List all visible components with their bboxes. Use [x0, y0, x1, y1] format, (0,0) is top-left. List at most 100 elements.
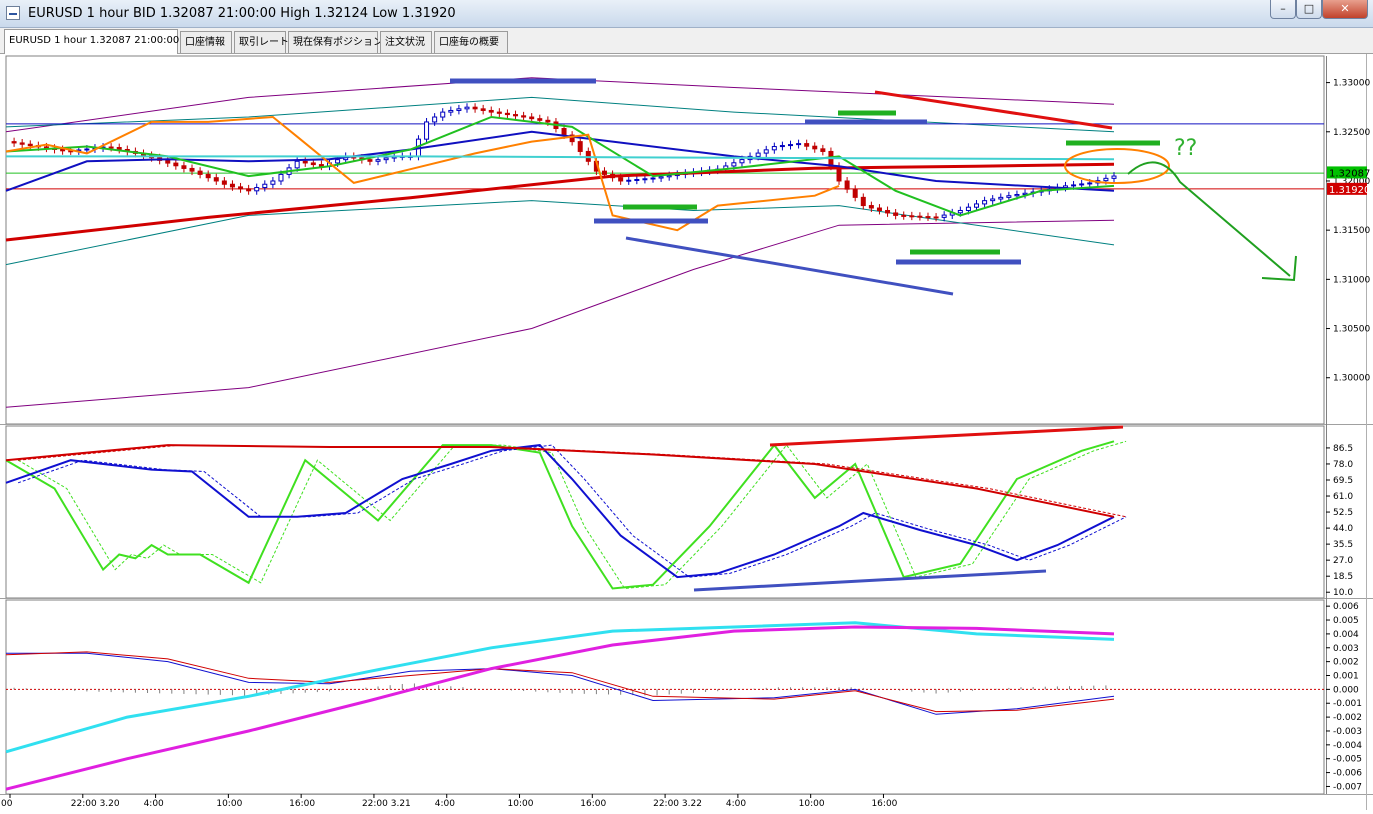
price-axis-tick-label: 1.32500: [1333, 128, 1370, 138]
tab-account-summary[interactable]: 口座毎の概要: [434, 31, 508, 53]
time-tick-label: 16:00: [871, 799, 897, 809]
candle-body: [965, 206, 971, 211]
title-bar: EURUSD 1 hour BID 1.32087 21:00:00 High …: [0, 0, 1373, 28]
stoch-axis-tick-label: 27.0: [1333, 556, 1353, 566]
candle-body: [844, 180, 850, 190]
stoch-axis-tick-label: 86.5: [1333, 444, 1353, 454]
candle-body: [424, 121, 430, 140]
stoch-axis-tick-label: 35.5: [1333, 540, 1353, 550]
macd-axis-tick-label: 0.005: [1333, 616, 1359, 626]
candle-body: [1103, 177, 1109, 182]
macd-axis-tick-label: 0.006: [1333, 602, 1359, 612]
price-axis-tick-label: 1.31500: [1333, 226, 1370, 236]
maximize-button[interactable]: □: [1296, 0, 1322, 19]
candle-body: [771, 146, 777, 151]
candle-body: [302, 160, 308, 164]
stoch-axis-tick-label: 69.5: [1333, 476, 1353, 486]
candle-body: [472, 106, 478, 110]
time-tick-label: 22:00 3.21: [362, 799, 411, 809]
candle-body: [982, 200, 988, 205]
candle-body: [116, 147, 122, 150]
candle-body: [294, 160, 300, 169]
trading-chart[interactable]: 1.330001.325001.320001.315001.310001.305…: [0, 54, 1373, 810]
candle-body: [383, 157, 389, 161]
candle-body: [529, 116, 535, 120]
tab-orders[interactable]: 注文状況: [380, 31, 432, 53]
candle-body: [1014, 194, 1020, 197]
candle-body: [173, 162, 179, 167]
candle-body: [181, 165, 187, 169]
time-tick-label: 22:00 3.20: [71, 799, 120, 809]
candle-body: [618, 177, 624, 182]
tab-rates[interactable]: 取引レート: [234, 31, 289, 53]
candle-body: [448, 109, 454, 113]
candle-body: [933, 216, 939, 219]
candle-body: [375, 159, 381, 162]
candle-body: [513, 114, 519, 117]
price-axis-tick-label: 1.31000: [1333, 275, 1370, 285]
price-axis-tick-label: 1.33000: [1333, 79, 1370, 89]
time-tick-label: 4:00: [144, 799, 164, 809]
low-price-label: 1.31920: [1329, 185, 1370, 196]
time-tick-label: 22:00 3.22: [653, 799, 702, 809]
time-tick-label: 4:00: [435, 799, 455, 809]
candle-body: [246, 188, 252, 192]
chart-app-icon: [6, 6, 20, 20]
candle-body: [901, 214, 907, 217]
candle-body: [642, 178, 648, 181]
candle-body: [666, 175, 672, 178]
candle-body: [480, 108, 486, 111]
time-tick-label: 16:00: [289, 799, 315, 809]
time-tick-label: 4:00: [726, 799, 746, 809]
price-pane: [5, 55, 1325, 425]
macd-axis-tick-label: -0.006: [1333, 769, 1362, 779]
candle-body: [779, 145, 785, 148]
tab-eurusd-chart[interactable]: EURUSD 1 hour 1.32087 21:00:00: [4, 29, 179, 54]
macd-axis-tick-label: 0.001: [1333, 672, 1359, 682]
candle-body: [270, 180, 276, 185]
minimize-button[interactable]: –: [1270, 0, 1296, 19]
candle-body: [488, 109, 494, 113]
candle-body: [1006, 195, 1012, 198]
macd-axis-tick-label: -0.007: [1333, 782, 1362, 792]
candle-body: [601, 170, 607, 175]
close-button[interactable]: ✕: [1322, 0, 1368, 19]
macd-axis-tick-label: 0.002: [1333, 658, 1359, 668]
chart-window[interactable]: 1.33000 1.32500 1.32000 1.31500 1.31000 1.305…: [0, 54, 1373, 810]
candle-body: [739, 159, 745, 164]
time-tick-label: 16:00: [580, 799, 606, 809]
candle-body: [561, 128, 567, 136]
candle-body: [787, 144, 793, 147]
candle-body: [11, 141, 17, 144]
candle-body: [763, 149, 769, 154]
tab-positions[interactable]: 現在保有ポジション: [288, 31, 383, 53]
question-annotation: ??: [1174, 136, 1197, 161]
price-axis-tick-label: 1.30000: [1333, 374, 1370, 384]
candle-body: [634, 178, 640, 181]
macd-axis-tick-label: -0.005: [1333, 755, 1362, 765]
candle-body: [796, 143, 802, 146]
candle-body: [820, 148, 826, 152]
macd-axis-tick-label: 0.000: [1333, 685, 1359, 695]
time-tick-label: 10:00: [508, 799, 534, 809]
candle-body: [755, 152, 761, 157]
stoch-axis-tick-label: 18.5: [1333, 572, 1353, 582]
macd-axis-tick-label: -0.001: [1333, 699, 1362, 709]
candle-body: [367, 159, 373, 162]
candle-body: [925, 216, 931, 219]
candle-body: [731, 162, 737, 167]
candle-body: [909, 215, 915, 218]
macd-axis-tick-label: 0.004: [1333, 630, 1359, 640]
candle-body: [440, 111, 446, 118]
candle-body: [957, 209, 963, 214]
candle-body: [990, 198, 996, 202]
candle-body: [868, 205, 874, 209]
candle-body: [812, 145, 818, 150]
candle-body: [577, 141, 583, 152]
candle-body: [998, 196, 1004, 200]
macd-axis-tick-label: -0.002: [1333, 713, 1362, 723]
candle-body: [504, 112, 510, 116]
candle-body: [84, 148, 90, 151]
candle-body: [876, 207, 882, 211]
tab-account-info[interactable]: 口座情報: [180, 31, 232, 53]
